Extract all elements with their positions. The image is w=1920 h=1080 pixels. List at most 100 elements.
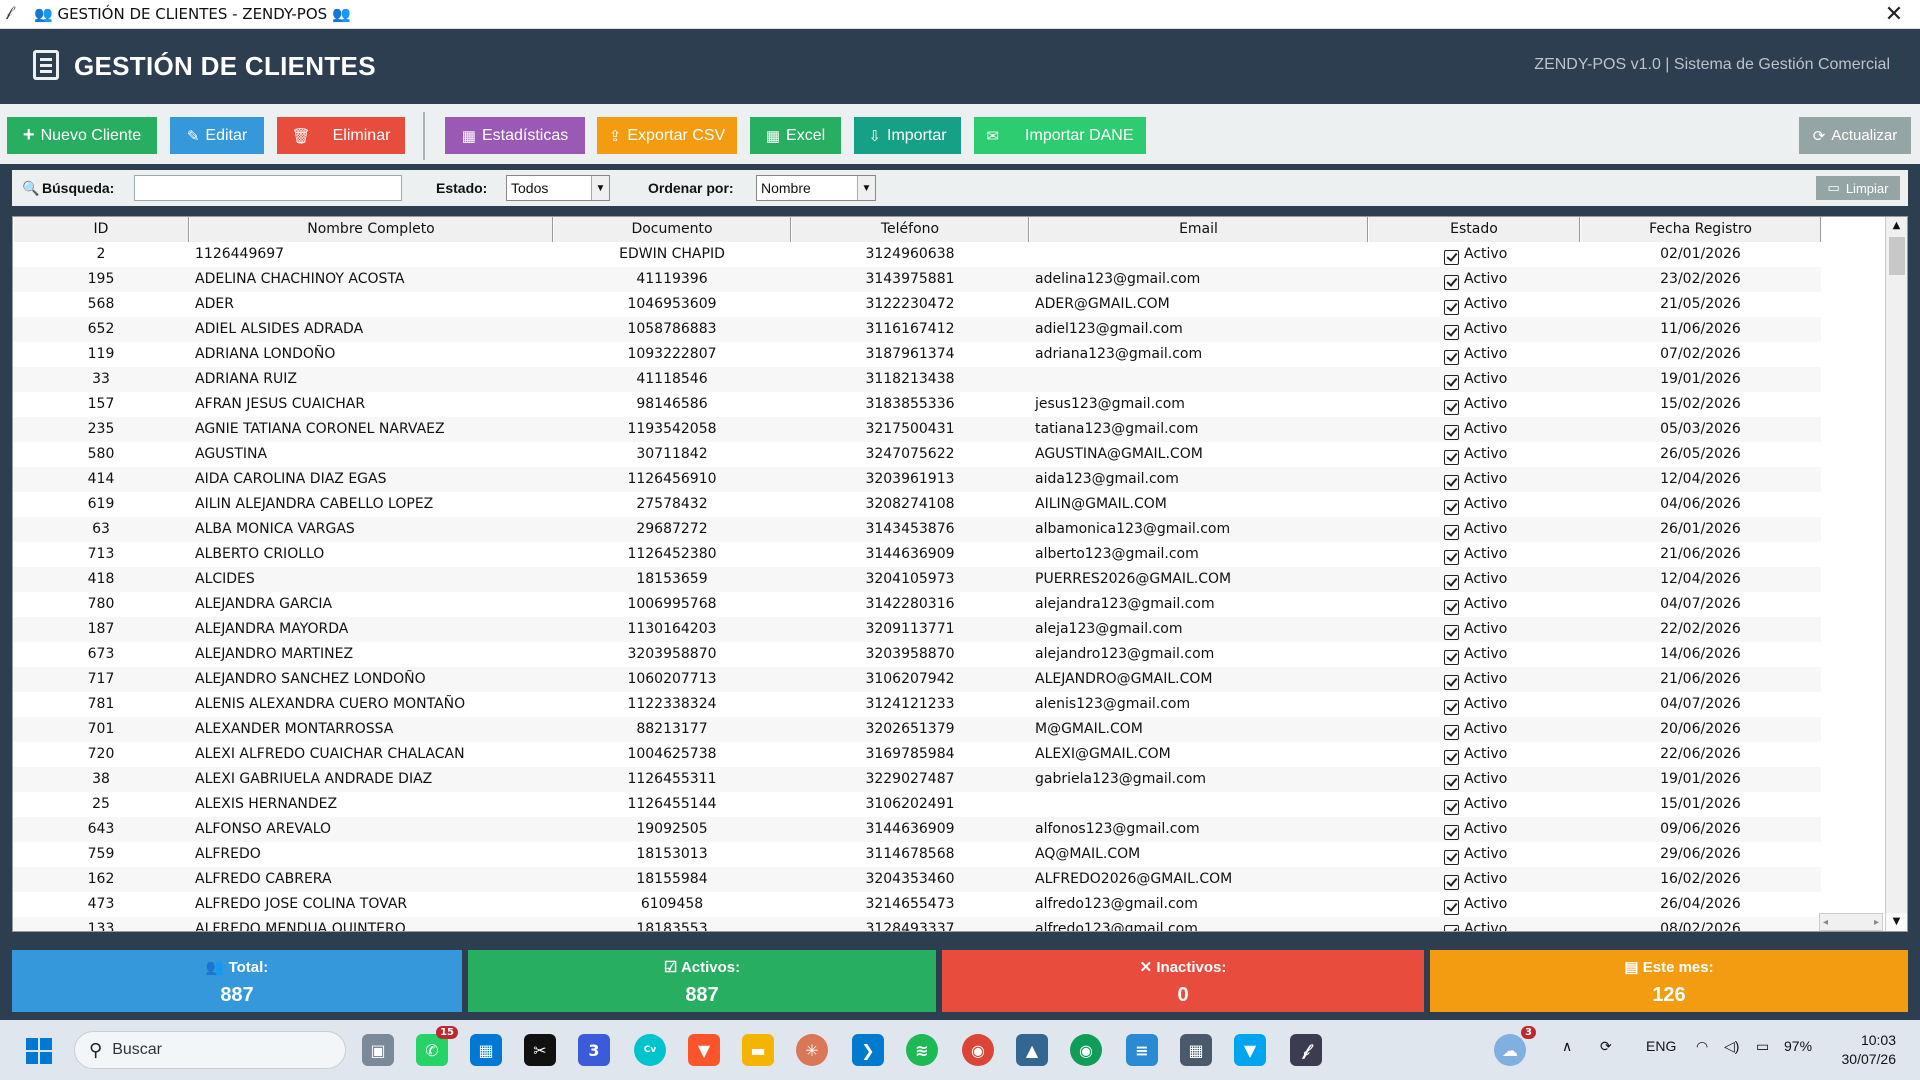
col-header-documento[interactable]: Documento: [553, 217, 791, 242]
canva-icon[interactable]: Cv: [634, 1034, 666, 1066]
table-row[interactable]: 2 1126449697 EDWIN CHAPID 3124960638 Activo 0…: [13, 242, 1821, 267]
table-row[interactable]: 33 ADRIANA RUIZ 41118546 3118213438 Activo 19…: [13, 367, 1821, 392]
battery-level: 97%: [1784, 1038, 1813, 1054]
scroll-up-icon[interactable]: ▲: [1886, 217, 1907, 235]
volume-icon[interactable]: ◁): [1724, 1038, 1739, 1055]
search-input[interactable]: [134, 175, 402, 201]
table-row[interactable]: 701 ALEXANDER MONTARROSSA 88213177 32026513…: [13, 717, 1821, 742]
table-row[interactable]: 119 ADRIANA LONDOÑO 1093222807 3187961374 ad…: [13, 342, 1821, 367]
wifi-icon[interactable]: ◠: [1696, 1038, 1708, 1055]
chevron-down-icon[interactable]: ▼: [857, 176, 875, 200]
table-row[interactable]: 580 AGUSTINA 30711842 3247075622 AGUSTINA@GM…: [13, 442, 1821, 467]
brave-icon[interactable]: ▼: [688, 1034, 720, 1066]
col-header-telefono[interactable]: Teléfono: [791, 217, 1029, 242]
table-row[interactable]: 235 AGNIE TATIANA CORONEL NARVAEZ 11935420…: [13, 417, 1821, 442]
sync-icon[interactable]: ⟳: [1600, 1038, 1612, 1055]
horizontal-scrollbar[interactable]: ◂ ▸: [1819, 913, 1883, 931]
table-row[interactable]: 157 AFRAN JESUS CUAICHAR 98146586 318385533…: [13, 392, 1821, 417]
eliminar-button[interactable]: 🗑 Eliminar: [277, 117, 405, 154]
table-row[interactable]: 25 ALEXIS HERNANDEZ 1126455144 3106202491 Ac…: [13, 792, 1821, 817]
limpiar-button[interactable]: ▭ Limpiar: [1816, 176, 1900, 200]
table-row[interactable]: 473 ALFREDO JOSE COLINA TOVAR 6109458 32146…: [13, 892, 1821, 917]
editar-button[interactable]: ✎ Editar: [170, 117, 264, 154]
scroll-right-icon[interactable]: ▸: [1874, 917, 1879, 928]
vpn-shield-icon[interactable]: ▼: [1234, 1034, 1266, 1066]
feather-icon: 𝒻: [6, 4, 13, 20]
chevron-down-icon[interactable]: ▼: [591, 176, 609, 200]
chrome-profile-icon[interactable]: ◉: [1070, 1034, 1102, 1066]
table-row[interactable]: 414 AIDA CAROLINA DIAZ EGAS 1126456910 3203…: [13, 467, 1821, 492]
table-row[interactable]: 38 ALEXI GABRIUELA ANDRADE DIAZ 1126455311…: [13, 767, 1821, 792]
excel-button[interactable]: ▦ Excel: [750, 117, 841, 154]
actualizar-button[interactable]: ⟳ Actualizar: [1799, 117, 1911, 154]
claude-icon[interactable]: ✳: [796, 1034, 828, 1066]
ordenar-select[interactable]: Nombre ▼: [756, 175, 876, 201]
scroll-thumb[interactable]: [1889, 237, 1905, 275]
table-row[interactable]: 713 ALBERTO CRIOLLO 1126452380 3144636909 al…: [13, 542, 1821, 567]
chevron-up-icon[interactable]: ∧: [1562, 1038, 1572, 1055]
checkbox-checked-icon: [1444, 674, 1459, 690]
scroll-down-icon[interactable]: ▼: [1886, 913, 1907, 931]
chrome-icon[interactable]: ◉: [962, 1034, 994, 1066]
table-row[interactable]: 781 ALENIS ALEXANDRA CUERO MONTAÑO 1122338…: [13, 692, 1821, 717]
cell-id: 619: [87, 496, 115, 512]
notepad-icon[interactable]: ≡: [1126, 1034, 1158, 1066]
table-row[interactable]: 568 ADER 1046953609 3122230472 ADER@GMAIL.CO…: [13, 292, 1821, 317]
store-icon[interactable]: ▦: [470, 1034, 502, 1066]
col-header-id[interactable]: ID: [13, 217, 189, 242]
table-row[interactable]: 195 ADELINA CHACHINOY ACOSTA 41119396 31439…: [13, 267, 1821, 292]
clock[interactable]: 10:03 30/07/26: [1842, 1031, 1897, 1069]
table-row[interactable]: 418 ALCIDES 18153659 3204105973 PUERRES2026@…: [13, 567, 1821, 592]
col-header-email[interactable]: Email: [1029, 217, 1368, 242]
estado-text: Activo: [1464, 871, 1508, 887]
table-row[interactable]: 162 ALFREDO CABRERA 18155984 3204353460 ALFR…: [13, 867, 1821, 892]
whatsapp-icon[interactable]: ✆ 15: [416, 1026, 458, 1066]
cell-documento: EDWIN CHAPID: [619, 246, 725, 262]
importar-button[interactable]: ⇩ Importar: [854, 117, 961, 154]
capcut-icon[interactable]: ✂: [524, 1034, 556, 1066]
taskbar-search[interactable]: ⚲ Buscar: [74, 1031, 346, 1069]
col-header-estado[interactable]: Estado: [1368, 217, 1580, 242]
table-row[interactable]: 759 ALFREDO 18153013 3114678568 AQ@MAIL.COM A…: [13, 842, 1821, 867]
col-header-nombre[interactable]: Nombre Completo: [189, 217, 553, 242]
table-row[interactable]: 133 ALFREDO MENDUA QUINTERO 18183553 312849…: [13, 917, 1821, 932]
exportar-csv-button[interactable]: ⇪ Exportar CSV: [597, 117, 737, 154]
estadisticas-button[interactable]: ▦ Estadísticas: [445, 117, 585, 154]
table-row[interactable]: 720 ALEXI ALFREDO CUAICHAR CHALACAN 100462…: [13, 742, 1821, 767]
nuevo-cliente-button[interactable]: + Nuevo Cliente: [7, 117, 157, 154]
python-app-icon[interactable]: 𝒻: [1290, 1034, 1322, 1066]
windows-start-icon[interactable]: [26, 1038, 52, 1064]
table-row[interactable]: 187 ALEJANDRA MAYORDA 1130164203 3209113771…: [13, 617, 1821, 642]
importar-dane-button[interactable]: ✉ Importar DANE: [974, 117, 1146, 154]
table-row[interactable]: 619 AILIN ALEJANDRA CABELLO LOPEZ 27578432…: [13, 492, 1821, 517]
weather-icon[interactable]: ☁ 3: [1494, 1026, 1536, 1066]
cell-telefono: 3106202491: [865, 796, 955, 812]
task-view-icon[interactable]: ▣: [362, 1034, 394, 1066]
scroll-left-icon[interactable]: ◂: [1823, 917, 1828, 928]
language-indicator[interactable]: ENG: [1646, 1038, 1676, 1054]
postgres-icon[interactable]: ▲: [1016, 1034, 1048, 1066]
spotify-icon[interactable]: ≋: [906, 1034, 938, 1066]
table-row[interactable]: 63 ALBA MONICA VARGAS 29687272 3143453876 al…: [13, 517, 1821, 542]
stat-inactivos-value: 0: [1177, 984, 1189, 1006]
vscode-icon[interactable]: ❯: [852, 1034, 884, 1066]
table-row[interactable]: 717 ALEJANDRO SANCHEZ LONDOÑO 1060207713 31…: [13, 667, 1821, 692]
table-row[interactable]: 643 ALFONSO AREVALO 19092505 3144636909 alfo…: [13, 817, 1821, 842]
vertical-scrollbar[interactable]: ▲ ▼: [1885, 217, 1907, 931]
col-header-fecha[interactable]: Fecha Registro: [1580, 217, 1821, 242]
cell-telefono: 3183855336: [865, 396, 955, 412]
table-row[interactable]: 673 ALEJANDRO MARTINEZ 3203958870 320395887…: [13, 642, 1821, 667]
cell-fecha: 04/06/2026: [1660, 496, 1741, 512]
battery-icon[interactable]: ▭: [1756, 1038, 1769, 1055]
cell-nombre: ALFREDO CABRERA: [195, 871, 332, 887]
folder-icon[interactable]: ▬: [742, 1034, 774, 1066]
estado-select[interactable]: Todos ▼: [506, 175, 610, 201]
close-icon[interactable]: ✕: [1882, 2, 1906, 27]
estado-text: Activo: [1464, 496, 1508, 512]
table-row[interactable]: 780 ALEJANDRA GARCIA 1006995768 3142280316 a…: [13, 592, 1821, 617]
calculator-icon[interactable]: ▦: [1180, 1034, 1212, 1066]
table-row[interactable]: 652 ADIEL ALSIDES ADRADA 1058786883 3116167…: [13, 317, 1821, 342]
cell-id: 133: [87, 921, 115, 932]
checkbox-checked-icon: [1444, 699, 1459, 715]
app-3-icon[interactable]: 3: [578, 1034, 610, 1066]
